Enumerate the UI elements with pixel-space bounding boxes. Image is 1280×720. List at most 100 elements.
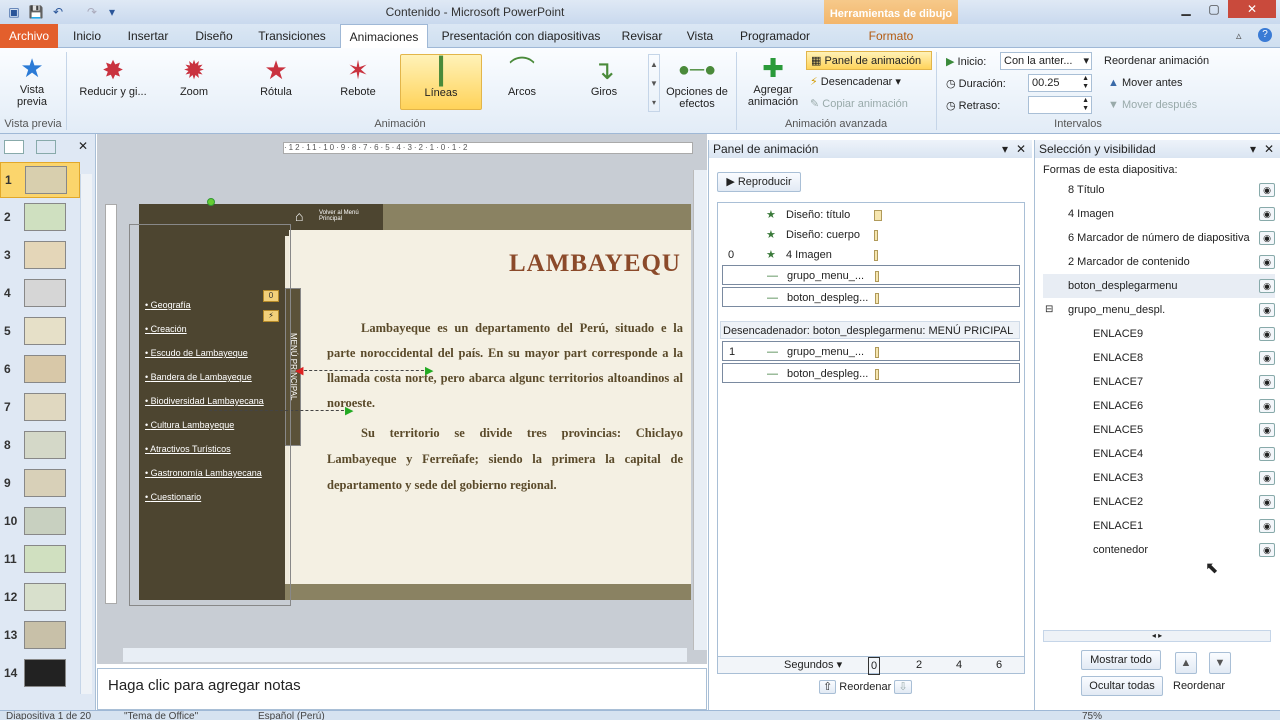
timing-bar[interactable] bbox=[874, 210, 882, 221]
animation-row[interactable]: 0 ★ 4 Imagen bbox=[722, 245, 1020, 265]
slide-thumbnail[interactable]: 5 bbox=[0, 314, 80, 350]
tab-archivo[interactable]: Archivo bbox=[0, 24, 58, 48]
close-icon[interactable]: ✕ bbox=[1228, 0, 1276, 18]
timing-bar[interactable] bbox=[875, 271, 879, 282]
effect-zoom[interactable]: ✹ Zoom bbox=[158, 54, 230, 98]
shape-item[interactable]: ENLACE7 ◉ bbox=[1043, 370, 1275, 394]
help-icon[interactable]: ? bbox=[1258, 28, 1272, 42]
shape-item[interactable]: boton_desplegarmenu ◉ bbox=[1043, 274, 1275, 298]
slide-thumbnail[interactable]: 6 bbox=[0, 352, 80, 388]
slide-thumbnail[interactable]: 10 bbox=[0, 504, 80, 540]
eye-icon[interactable]: ◉ bbox=[1259, 375, 1275, 389]
rotate-handle-icon[interactable] bbox=[207, 198, 215, 206]
notes-field[interactable]: Haga clic para agregar notas bbox=[97, 668, 707, 710]
slide-thumbnail[interactable]: 9 bbox=[0, 466, 80, 502]
shape-item[interactable]: ENLACE4 ◉ bbox=[1043, 442, 1275, 466]
effect-giros[interactable]: ↴ Giros bbox=[568, 54, 640, 98]
agregar-animacion-button[interactable]: ✚ Agregar animación bbox=[740, 52, 806, 108]
opciones-efectos-button[interactable]: ●─● Opciones de efectos bbox=[664, 54, 730, 110]
dropdown-icon[interactable]: ▾ bbox=[1250, 140, 1256, 158]
shape-item[interactable]: ENLACE9 ◉ bbox=[1043, 322, 1275, 346]
animation-row[interactable]: ★ Diseño: cuerpo bbox=[722, 225, 1020, 245]
slide-thumbnail[interactable]: 12 bbox=[0, 580, 80, 616]
spinner-icon[interactable]: ▲ ▼ bbox=[1082, 75, 1089, 91]
zoom-level[interactable]: 75% bbox=[1082, 711, 1102, 720]
eye-icon[interactable]: ◉ bbox=[1259, 207, 1275, 221]
close-icon[interactable]: ✕ bbox=[1016, 140, 1026, 158]
shape-item[interactable]: contenedor ◉ bbox=[1043, 538, 1275, 562]
shape-item[interactable]: 6 Marcador de número de diapositiva ◉ bbox=[1043, 226, 1275, 250]
close-icon[interactable]: ✕ bbox=[1264, 140, 1274, 158]
eye-icon[interactable]: ◉ bbox=[1259, 279, 1275, 293]
vista-previa-button[interactable]: ★ Vista previa bbox=[6, 52, 58, 108]
eye-icon[interactable]: ◉ bbox=[1259, 327, 1275, 341]
slide-thumbnail[interactable]: 13 bbox=[0, 618, 80, 654]
timing-bar[interactable] bbox=[875, 347, 879, 358]
shape-item[interactable]: ENLACE5 ◉ bbox=[1043, 418, 1275, 442]
maximize-icon[interactable]: ▢ bbox=[1200, 0, 1228, 18]
close-pane-icon[interactable]: ✕ bbox=[78, 139, 88, 153]
duracion-input[interactable]: 00.25 ▲ ▼ bbox=[1028, 74, 1092, 92]
move-up-icon[interactable]: ▲ bbox=[1175, 652, 1197, 674]
outline-tab-icon[interactable] bbox=[36, 140, 56, 154]
vertical-scrollbar[interactable] bbox=[693, 170, 707, 650]
tab-diseno[interactable]: Diseño bbox=[186, 24, 242, 48]
animation-row[interactable]: ★ Diseño: título bbox=[722, 205, 1020, 225]
slide-thumbnail[interactable]: 14 bbox=[0, 656, 80, 692]
eye-icon[interactable]: ◉ bbox=[1259, 423, 1275, 437]
eye-icon[interactable]: ◉ bbox=[1259, 351, 1275, 365]
shape-item[interactable]: 8 Título ◉ bbox=[1043, 178, 1275, 202]
eye-icon[interactable]: ◉ bbox=[1259, 543, 1275, 557]
eye-icon[interactable]: ◉ bbox=[1259, 399, 1275, 413]
move-down-icon[interactable]: ▼ bbox=[1209, 652, 1231, 674]
copiar-animacion-button[interactable]: ✎ Copiar animación bbox=[810, 97, 934, 110]
animation-row[interactable]: — grupo_menu_... bbox=[722, 265, 1020, 285]
timing-bar[interactable] bbox=[874, 250, 878, 261]
slide-thumbnail[interactable]: 2 bbox=[0, 200, 80, 236]
eye-icon[interactable]: ◉ bbox=[1259, 495, 1275, 509]
minimize-icon[interactable]: ▁ bbox=[1172, 0, 1200, 18]
tab-animaciones[interactable]: Animaciones bbox=[340, 24, 428, 49]
tab-programador[interactable]: Programador bbox=[734, 24, 816, 48]
move-down-icon[interactable]: ⇩ bbox=[894, 680, 912, 694]
tab-vista[interactable]: Vista bbox=[676, 24, 724, 48]
slide-thumbnail[interactable]: 1 bbox=[0, 162, 80, 198]
shape-item[interactable]: ENLACE2 ◉ bbox=[1043, 490, 1275, 514]
shape-item[interactable]: ENLACE8 ◉ bbox=[1043, 346, 1275, 370]
shape-item[interactable]: ENLACE6 ◉ bbox=[1043, 394, 1275, 418]
shape-item[interactable]: ⊟ grupo_menu_despl. ◉ bbox=[1043, 298, 1275, 322]
eye-icon[interactable]: ◉ bbox=[1259, 231, 1275, 245]
shape-item[interactable]: 4 Imagen ◉ bbox=[1043, 202, 1275, 226]
collapse-ribbon-icon[interactable]: ▵ bbox=[1236, 29, 1242, 42]
move-up-icon[interactable]: ⇧ bbox=[819, 680, 837, 694]
tab-inicio[interactable]: Inicio bbox=[64, 24, 110, 48]
timing-bar[interactable] bbox=[875, 293, 879, 304]
timeline-tick[interactable]: 0 bbox=[868, 657, 881, 675]
segundos-dropdown[interactable]: Segundos ▾ bbox=[784, 657, 842, 673]
slides-tab-icon[interactable] bbox=[4, 140, 24, 154]
gallery-scroll[interactable]: ▲ ▼ ▾ bbox=[648, 54, 660, 112]
panel-animacion-button[interactable]: ▦ Panel de animación bbox=[806, 51, 932, 70]
animation-row[interactable]: — boton_despleg... bbox=[722, 363, 1020, 383]
sel-horizontal-scrollbar[interactable]: ◂ ▸ bbox=[1043, 630, 1271, 642]
ocultar-todas-button[interactable]: Ocultar todas bbox=[1081, 676, 1163, 696]
trigger-header[interactable]: Desencadenador: boton_desplegarmenu: MEN… bbox=[720, 321, 1020, 339]
mover-despues-button[interactable]: ▼ Mover después bbox=[1108, 99, 1197, 111]
slide-thumbnail[interactable]: 7 bbox=[0, 390, 80, 426]
tab-transiciones[interactable]: Transiciones bbox=[252, 24, 332, 48]
desencadenar-button[interactable]: ⚡ Desencadenar ▾ bbox=[810, 75, 930, 88]
slide-thumbnail[interactable]: 4 bbox=[0, 276, 80, 312]
collapse-icon[interactable]: ⊟ bbox=[1045, 298, 1053, 322]
animation-row[interactable]: 1 — grupo_menu_... bbox=[722, 341, 1020, 361]
slide-thumbnail[interactable]: 8 bbox=[0, 428, 80, 464]
motion-path-line[interactable] bbox=[299, 370, 429, 371]
timing-bar[interactable] bbox=[875, 369, 879, 380]
mostrar-todo-button[interactable]: Mostrar todo bbox=[1081, 650, 1161, 670]
eye-icon[interactable]: ◉ bbox=[1259, 303, 1275, 317]
horizontal-scrollbar[interactable] bbox=[123, 648, 687, 662]
timing-bar[interactable] bbox=[874, 230, 878, 241]
tab-insertar[interactable]: Insertar bbox=[120, 24, 176, 48]
eye-icon[interactable]: ◉ bbox=[1259, 183, 1275, 197]
thumb-scrollbar[interactable] bbox=[80, 174, 92, 694]
eye-icon[interactable]: ◉ bbox=[1259, 471, 1275, 485]
